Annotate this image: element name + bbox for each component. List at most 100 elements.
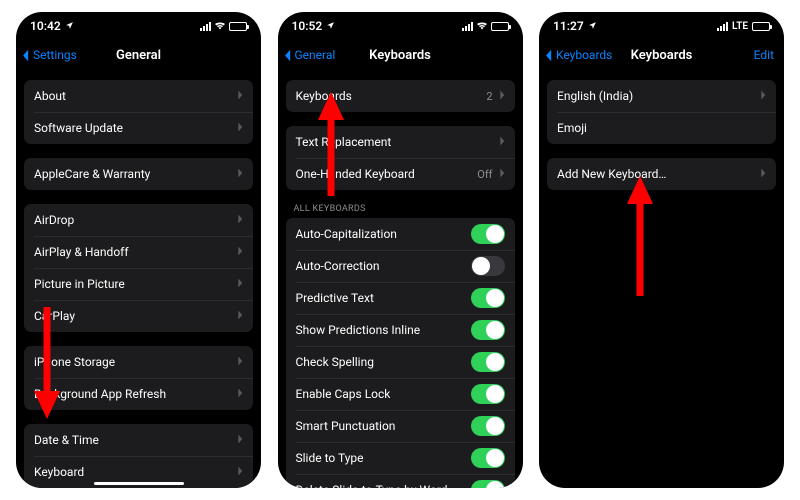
row-airplay-handoff[interactable]: AirPlay & Handoff: [24, 236, 253, 268]
cell-label: iPhone Storage: [34, 355, 237, 369]
general-content: About Software Update AppleCare & Warranty…: [16, 70, 261, 488]
location-icon: [65, 19, 74, 33]
chevron-right-icon: [237, 309, 243, 323]
toggle-auto-capitalization[interactable]: [471, 224, 505, 244]
signal-icon: [462, 22, 473, 31]
battery-icon: [229, 22, 247, 31]
chevron-right-icon: [237, 465, 243, 479]
cell-label: Smart Punctuation: [296, 419, 471, 433]
phone-keyboards-settings: 10:52 General Keyboards Keyboards2 Text R…: [278, 12, 523, 488]
row-auto-correction[interactable]: Auto-Correction: [286, 250, 515, 282]
nav-bar: General Keyboards: [278, 40, 523, 70]
chevron-right-icon: [237, 213, 243, 227]
back-button[interactable]: General: [284, 40, 336, 70]
cell-group: Date & TimeKeyboardFontsLanguage & Regio…: [24, 424, 253, 488]
home-indicator[interactable]: [94, 482, 184, 485]
chevron-right-icon: [237, 433, 243, 447]
back-button[interactable]: Settings: [22, 40, 77, 70]
row-background-app-refresh[interactable]: Background App Refresh: [24, 378, 253, 410]
cell-label: Predictive Text: [296, 291, 471, 305]
row-about[interactable]: About: [24, 80, 253, 112]
cell-label: AirPlay & Handoff: [34, 245, 237, 259]
toggle-smart-punctuation[interactable]: [471, 416, 505, 436]
nav-bar: Keyboards Keyboards Edit: [539, 40, 784, 70]
row-iphone-storage[interactable]: iPhone Storage: [24, 346, 253, 378]
row-show-predictions-inline[interactable]: Show Predictions Inline: [286, 314, 515, 346]
chevron-right-icon: [499, 135, 505, 149]
lte-label: LTE: [732, 21, 748, 32]
nav-title: General: [116, 48, 161, 63]
row-smart-punctuation[interactable]: Smart Punctuation: [286, 410, 515, 442]
cell-group: AppleCare & Warranty: [24, 158, 253, 190]
phone-general-settings: 10:42 Settings General About Software Upd…: [16, 12, 261, 488]
toggle-delete-slide-to-type-by-word[interactable]: [471, 480, 505, 488]
settings-group: Add New Keyboard…: [547, 158, 776, 190]
chevron-right-icon: [237, 167, 243, 181]
row-slide-to-type[interactable]: Slide to Type: [286, 442, 515, 474]
back-button[interactable]: Keyboards: [545, 40, 612, 70]
cell-label: Check Spelling: [296, 355, 471, 369]
status-bar: 11:27 LTE: [539, 12, 784, 40]
row-check-spelling[interactable]: Check Spelling: [286, 346, 515, 378]
cell-label: About: [34, 89, 237, 103]
cell-label: Add New Keyboard…: [557, 167, 760, 181]
wifi-icon: [476, 19, 488, 33]
cell-label: AppleCare & Warranty: [34, 167, 237, 181]
settings-group: Keyboards2: [286, 80, 515, 112]
row-emoji[interactable]: Emoji: [547, 112, 776, 144]
row-english-india[interactable]: English (India): [547, 80, 776, 112]
nav-title: Keyboards: [369, 48, 431, 63]
cell-label: CarPlay: [34, 309, 237, 323]
row-carplay[interactable]: CarPlay: [24, 300, 253, 332]
row-add-new-keyboard[interactable]: Add New Keyboard…: [547, 158, 776, 190]
cell-group: Add New Keyboard…: [547, 158, 776, 190]
row-enable-caps-lock[interactable]: Enable Caps Lock: [286, 378, 515, 410]
chevron-right-icon: [760, 167, 766, 181]
row-auto-capitalization[interactable]: Auto-Capitalization: [286, 218, 515, 250]
cell-group: iPhone Storage Background App Refresh: [24, 346, 253, 410]
back-label: General: [295, 48, 336, 62]
status-time: 10:42: [30, 19, 61, 33]
edit-button[interactable]: Edit: [754, 40, 774, 70]
row-keyboards[interactable]: Keyboards2: [286, 80, 515, 112]
wifi-icon: [214, 19, 226, 33]
toggle-check-spelling[interactable]: [471, 352, 505, 372]
settings-group: AirDrop AirPlay & Handoff Picture in Pictu…: [24, 204, 253, 332]
row-text-replacement[interactable]: Text Replacement: [286, 126, 515, 158]
signal-icon: [717, 22, 728, 31]
chevron-right-icon: [237, 355, 243, 369]
row-applecare-warranty[interactable]: AppleCare & Warranty: [24, 158, 253, 190]
toggle-predictive-text[interactable]: [471, 288, 505, 308]
row-one-handed-keyboard[interactable]: One-Handed KeyboardOff: [286, 158, 515, 190]
cell-label: AirDrop: [34, 213, 237, 227]
row-picture-in-picture[interactable]: Picture in Picture: [24, 268, 253, 300]
cell-group: AirDrop AirPlay & Handoff Picture in Pictu…: [24, 204, 253, 332]
cell-label: Slide to Type: [296, 451, 471, 465]
cell-detail: Off: [477, 168, 492, 181]
cell-label: Delete Slide-to-Type by Word: [296, 483, 471, 488]
row-delete-slide-to-type-by-word[interactable]: Delete Slide-to-Type by Word: [286, 474, 515, 488]
toggle-enable-caps-lock[interactable]: [471, 384, 505, 404]
row-date-time[interactable]: Date & Time: [24, 424, 253, 456]
status-bar: 10:52: [278, 12, 523, 40]
location-icon: [326, 19, 335, 33]
row-software-update[interactable]: Software Update: [24, 112, 253, 144]
battery-icon: [491, 22, 509, 31]
cell-label: Text Replacement: [296, 135, 499, 149]
toggle-auto-correction[interactable]: [471, 256, 505, 276]
keyboards-list-content: English (India) Emoji Add New Keyboard…: [539, 70, 784, 488]
keyboards-content: Keyboards2 Text Replacement One-Handed Key…: [278, 70, 523, 488]
cell-label: English (India): [557, 89, 760, 103]
toggle-slide-to-type[interactable]: [471, 448, 505, 468]
chevron-right-icon: [237, 89, 243, 103]
signal-icon: [200, 22, 211, 31]
toggle-show-predictions-inline[interactable]: [471, 320, 505, 340]
chevron-right-icon: [499, 167, 505, 181]
row-airdrop[interactable]: AirDrop: [24, 204, 253, 236]
row-predictive-text[interactable]: Predictive Text: [286, 282, 515, 314]
status-time: 10:52: [292, 19, 323, 33]
status-time: 11:27: [553, 19, 584, 33]
chevron-right-icon: [760, 89, 766, 103]
chevron-right-icon: [237, 245, 243, 259]
back-label: Settings: [33, 48, 77, 62]
